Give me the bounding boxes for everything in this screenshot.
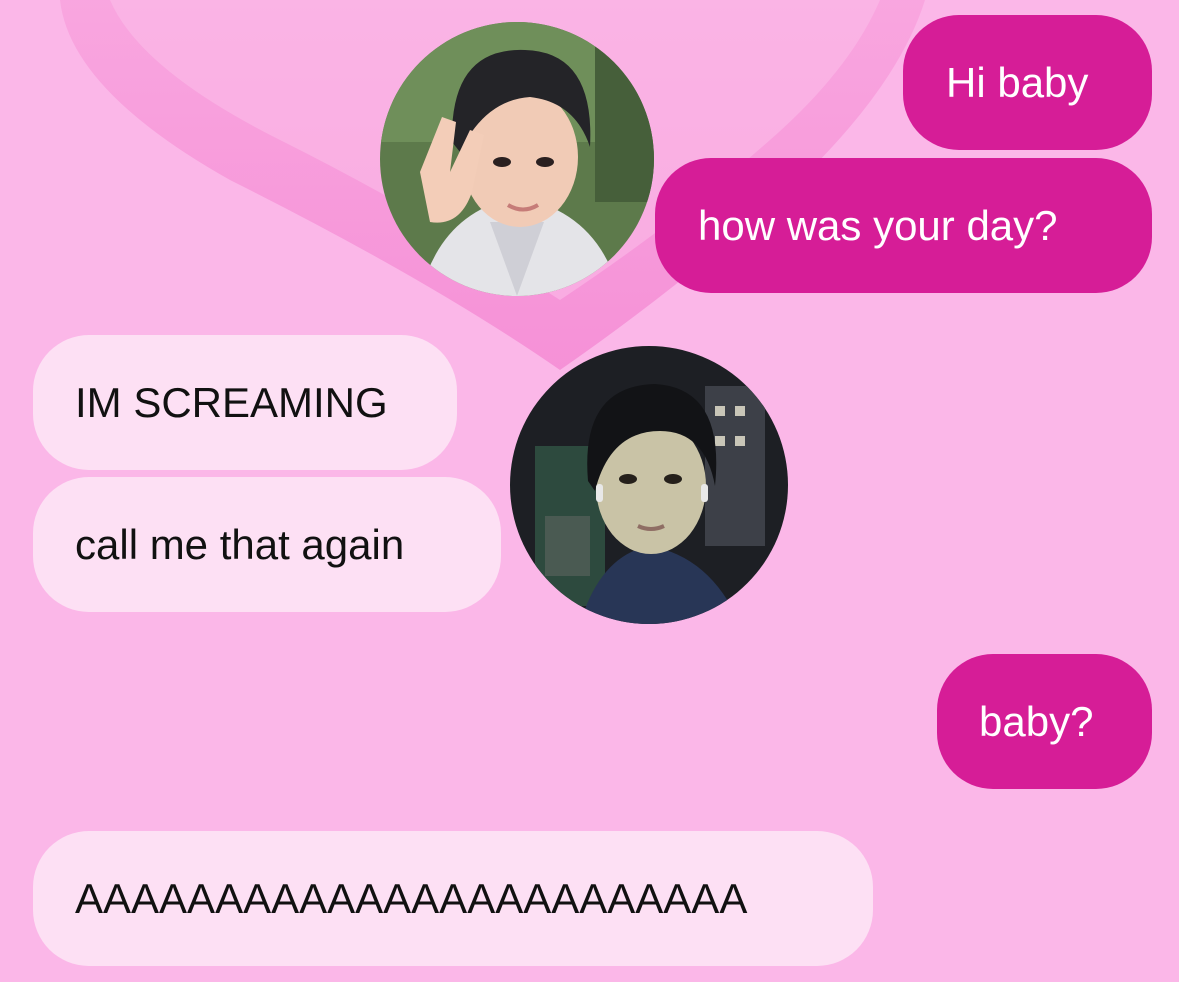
message-text: baby? [979,697,1094,745]
user-photo-avatar-icon [380,22,654,296]
incoming-message[interactable]: IM SCREAMING [33,335,457,470]
contact-avatar[interactable] [380,22,654,296]
message-text: how was your day? [698,201,1058,249]
contact-avatar[interactable] [510,346,788,624]
message-text: AAAAAAAAAAAAAAAAAAAAAAAA [75,874,748,922]
incoming-message[interactable]: AAAAAAAAAAAAAAAAAAAAAAAA [33,831,873,966]
chat-screen: Hi baby how was your day? IM SCREAMING c… [0,0,1179,982]
user-photo-avatar-icon [510,346,788,624]
outgoing-message[interactable]: how was your day? [655,158,1152,293]
outgoing-message[interactable]: baby? [937,654,1152,789]
outgoing-message[interactable]: Hi baby [903,15,1152,150]
message-text: IM SCREAMING [75,378,388,426]
incoming-message[interactable]: call me that again [33,477,501,612]
message-text: Hi baby [946,58,1089,106]
message-text: call me that again [75,520,405,568]
